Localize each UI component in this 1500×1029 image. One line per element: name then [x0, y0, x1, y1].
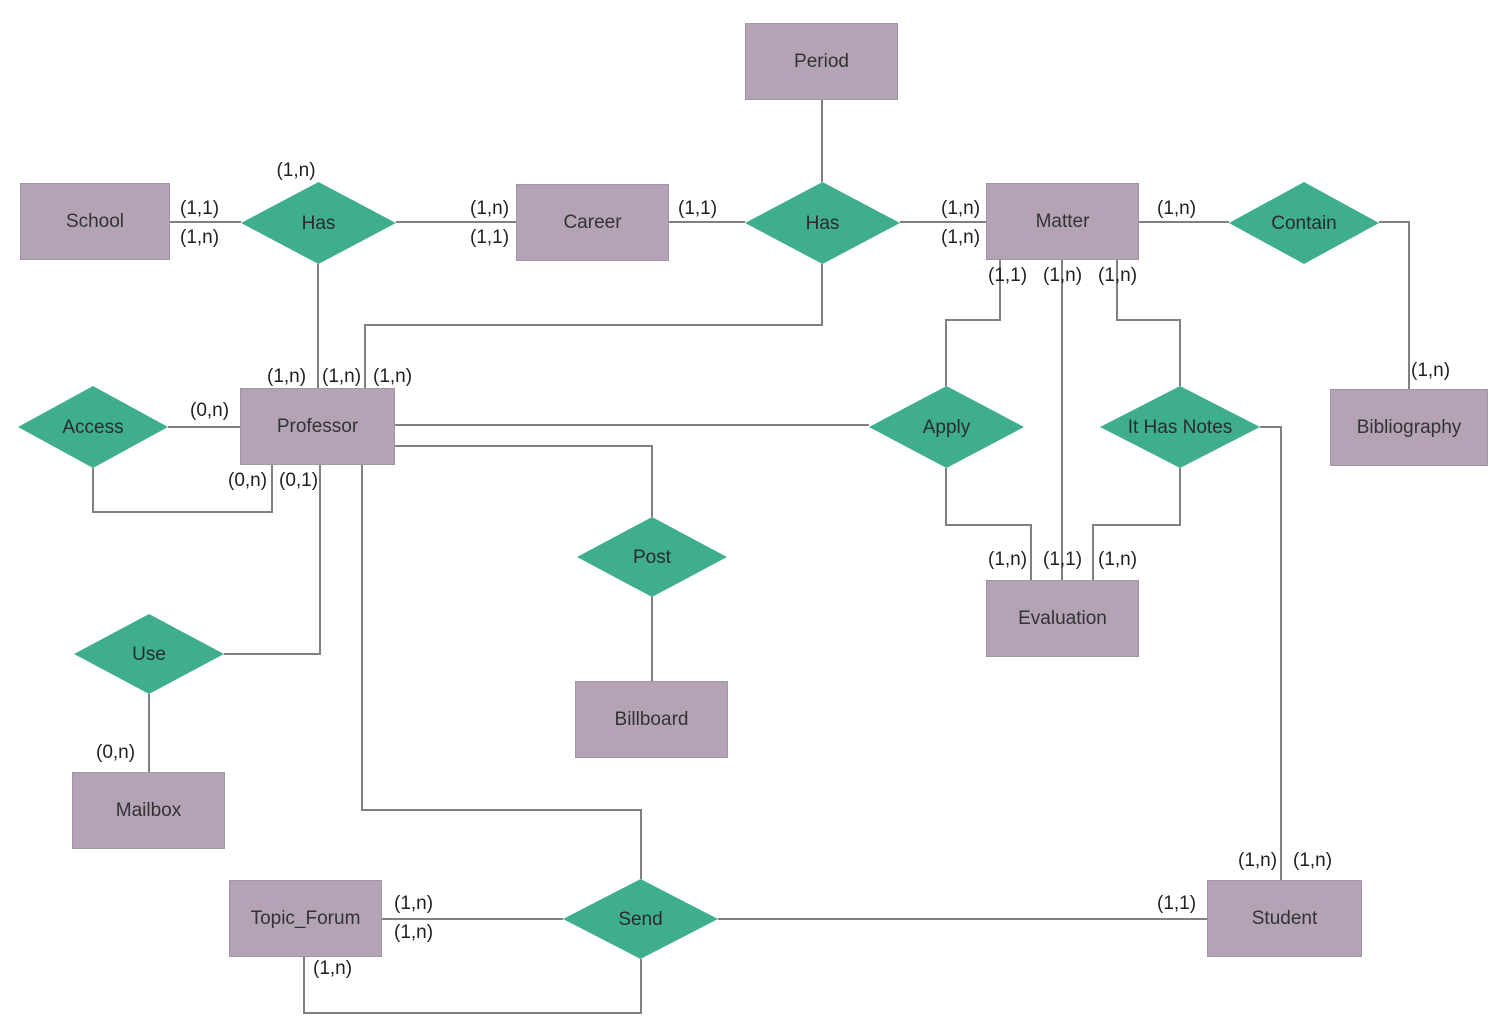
cardinality-label: (1,n): [1098, 265, 1138, 286]
cardinality-label: (1,n): [941, 198, 981, 219]
edge-e-notes-student: [1260, 426, 1282, 880]
relationship-it_has_notes[interactable]: It Has Notes: [1100, 386, 1260, 468]
entity-label: Bibliography: [1356, 416, 1462, 438]
er-diagram-canvas: School Period Career Matter Bibliography Prof…: [0, 0, 1500, 1029]
cardinality-label: (1,n): [1411, 360, 1451, 381]
relationship-label: Send: [618, 908, 663, 930]
entity-label: Topic_Forum: [250, 907, 361, 929]
cardinality-label: (1,1): [470, 227, 510, 248]
entity-billboard[interactable]: Billboard: [575, 681, 728, 758]
cardinality-label: (1,n): [1293, 850, 1333, 871]
entity-label: School: [65, 210, 125, 232]
cardinality-label: (0,n): [96, 742, 136, 763]
relationship-has_school_career[interactable]: Has: [241, 182, 396, 264]
cardinality-label: (1,n): [313, 958, 353, 979]
cardinality-label: (1,n): [1098, 549, 1138, 570]
cardinality-label: (1,n): [394, 893, 434, 914]
relationship-label: Use: [132, 643, 166, 665]
relationship-label: Apply: [922, 416, 971, 438]
cardinality-label: (1,n): [276, 160, 316, 181]
entity-label: Evaluation: [1018, 607, 1107, 629]
cardinality-label: (1,n): [394, 922, 434, 943]
cardinality-label: (1,n): [988, 549, 1028, 570]
relationship-apply[interactable]: Apply: [869, 386, 1024, 468]
entity-matter[interactable]: Matter: [986, 183, 1139, 260]
relationship-access[interactable]: Access: [18, 386, 168, 468]
cardinality-label: (0,1): [279, 470, 319, 491]
edge-e-professor-post: [395, 445, 653, 517]
cardinality-label: (1,n): [1043, 265, 1083, 286]
edge-e-topic-send2: [303, 957, 642, 1014]
entity-label: Period: [794, 50, 849, 72]
cardinality-label: (1,1): [1157, 893, 1197, 914]
entity-period[interactable]: Period: [745, 23, 898, 100]
entity-mailbox[interactable]: Mailbox: [72, 772, 225, 849]
entity-bibliography[interactable]: Bibliography: [1330, 389, 1488, 466]
cardinality-label: (1,n): [941, 227, 981, 248]
relationship-use[interactable]: Use: [74, 614, 224, 694]
entity-label: Billboard: [614, 708, 689, 730]
relationship-label: Contain: [1271, 212, 1337, 234]
cardinality-label: (1,n): [470, 198, 510, 219]
cardinality-label: (0,n): [228, 470, 268, 491]
relationship-post[interactable]: Post: [577, 517, 727, 597]
cardinality-label: (1,1): [988, 265, 1028, 286]
cardinality-label: (1,1): [180, 198, 220, 219]
relationship-label: Post: [632, 546, 672, 568]
cardinality-label: (1,n): [180, 227, 220, 248]
edge-e-has2-professor: [364, 264, 823, 388]
entity-career[interactable]: Career: [516, 184, 669, 261]
entity-label: Mailbox: [115, 799, 182, 821]
entity-topic_forum[interactable]: Topic_Forum: [229, 880, 382, 957]
relationship-label: Access: [62, 416, 124, 438]
edge-layer: [92, 100, 1410, 1014]
relationship-label: Has: [805, 212, 840, 234]
cardinality-label: (1,n): [1238, 850, 1278, 871]
edge-e-use-professor: [224, 465, 321, 655]
cardinality-label: (1,n): [1157, 198, 1197, 219]
entity-label: Career: [563, 211, 622, 233]
entity-label: Matter: [1035, 210, 1090, 232]
cardinality-label: (1,n): [373, 366, 413, 387]
cardinality-label: (1,n): [267, 366, 307, 387]
relationship-send[interactable]: Send: [563, 879, 718, 959]
entity-label: Professor: [276, 415, 359, 437]
cardinality-label: (1,1): [678, 198, 718, 219]
relationship-contain[interactable]: Contain: [1229, 182, 1379, 264]
entity-student[interactable]: Student: [1207, 880, 1362, 957]
cardinality-label: (1,1): [1043, 549, 1083, 570]
relationship-label: It Has Notes: [1127, 416, 1233, 438]
relationship-label: Has: [301, 212, 336, 234]
entity-school[interactable]: School: [20, 183, 170, 260]
entity-evaluation[interactable]: Evaluation: [986, 580, 1139, 657]
edge-e-contain-biblio: [1379, 221, 1410, 389]
relationship-has_career_matter[interactable]: Has: [745, 182, 900, 264]
edge-e-professor-send: [361, 465, 642, 879]
cardinality-label: (0,n): [190, 400, 230, 421]
entity-label: Student: [1251, 907, 1318, 929]
entity-professor[interactable]: Professor: [240, 388, 395, 465]
cardinality-label: (1,n): [322, 366, 362, 387]
